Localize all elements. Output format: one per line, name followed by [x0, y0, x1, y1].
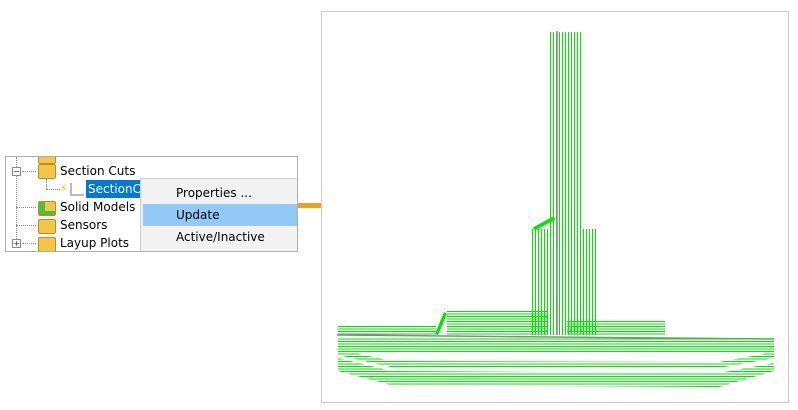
mesh-flange-left — [338, 326, 436, 335]
tree-line — [46, 189, 60, 190]
collapse-icon[interactable]: − — [12, 167, 21, 176]
mesh-plate — [338, 338, 774, 353]
tree-item-label: Section Cuts — [60, 164, 136, 178]
tree-line — [16, 207, 36, 208]
tree-item-label: Layup Plots — [60, 236, 130, 250]
tree-item-label: Solid Models — [60, 200, 136, 214]
mesh-flange-right — [567, 320, 665, 335]
menu-item-update[interactable]: Update — [143, 204, 297, 226]
tree-item-layup-plots[interactable]: + Layup Plots — [6, 234, 146, 251]
3d-viewport[interactable] — [321, 11, 789, 403]
tree-item-label: Sensors — [60, 218, 108, 232]
mesh-stem — [549, 32, 581, 335]
layup-plots-folder-icon — [38, 237, 56, 251]
section-cut-icon — [70, 183, 84, 196]
tree-line — [22, 171, 36, 172]
tree-line — [22, 243, 36, 244]
expand-icon[interactable]: + — [12, 239, 21, 248]
section-cut-mesh — [336, 31, 775, 387]
section-cuts-folder-icon — [38, 164, 56, 179]
tree-item-solid-models[interactable]: Solid Models — [6, 198, 146, 216]
menu-item-properties[interactable]: Properties ... — [143, 182, 297, 204]
tree-line — [16, 225, 36, 226]
lightning-icon: ⚡ — [60, 182, 68, 195]
menu-item-active-inactive[interactable]: Active/Inactive — [143, 226, 297, 248]
mesh-ledge — [435, 312, 447, 335]
mesh-flange-mid — [447, 311, 547, 335]
context-menu: Properties ... Update Active/Inactive — [140, 178, 297, 251]
tree-item-sensors[interactable]: Sensors — [6, 216, 146, 234]
solid-models-folder-icon — [38, 201, 56, 216]
sensors-folder-icon — [38, 219, 56, 234]
